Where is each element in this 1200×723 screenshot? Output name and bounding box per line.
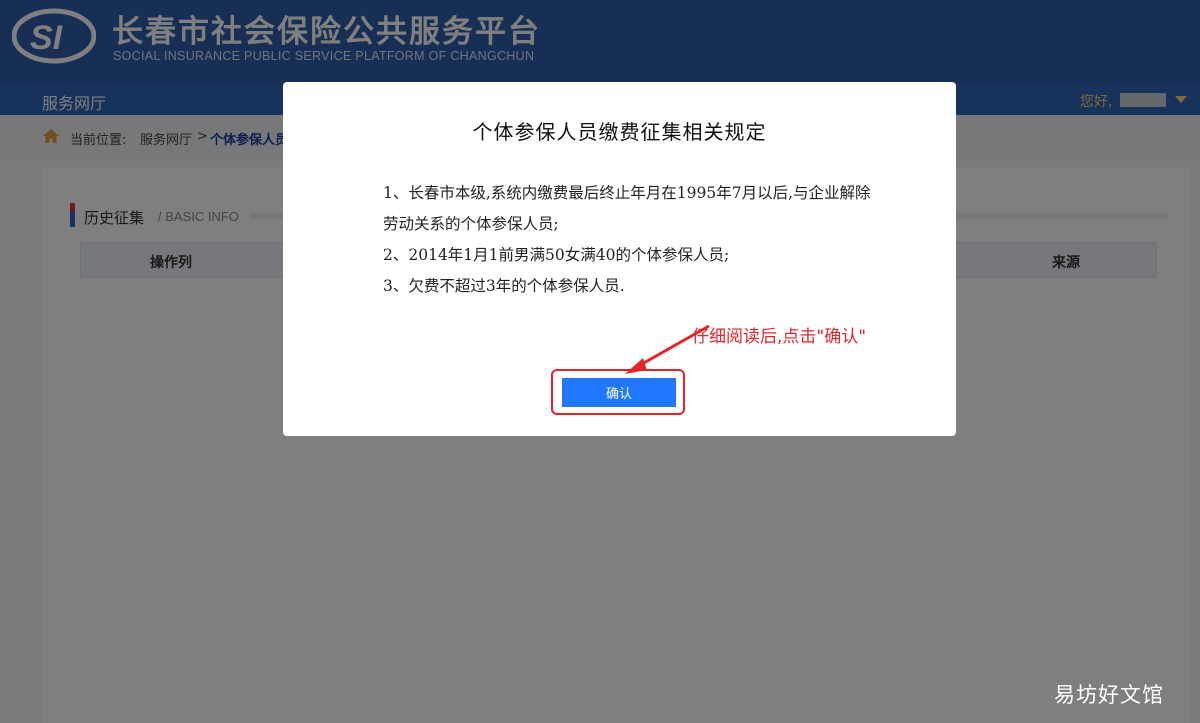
dialog-title: 个体参保人员缴费征集相关规定 xyxy=(472,120,767,144)
regulation-dialog: 个体参保人员缴费征集相关规定 1、长春市本级,系统内缴费最后终止年月在1995年… xyxy=(283,82,956,436)
watermark: 易坊好文馆 xyxy=(1054,683,1164,707)
rule-item: 3、欠费不超过3年的个体参保人员. xyxy=(383,277,625,295)
annotation-text: 仔细阅读后,点击"确认" xyxy=(692,327,867,347)
dialog-body: 1、长春市本级,系统内缴费最后终止年月在1995年7月以后,与企业解除劳动关系的… xyxy=(383,178,873,302)
rule-item: 2、2014年1月1前男满50女满40的个体参保人员; xyxy=(383,246,730,264)
confirm-button[interactable]: 确认 xyxy=(562,378,676,407)
rule-item: 1、长春市本级,系统内缴费最后终止年月在1995年7月以后,与企业解除劳动关系的… xyxy=(383,184,871,233)
